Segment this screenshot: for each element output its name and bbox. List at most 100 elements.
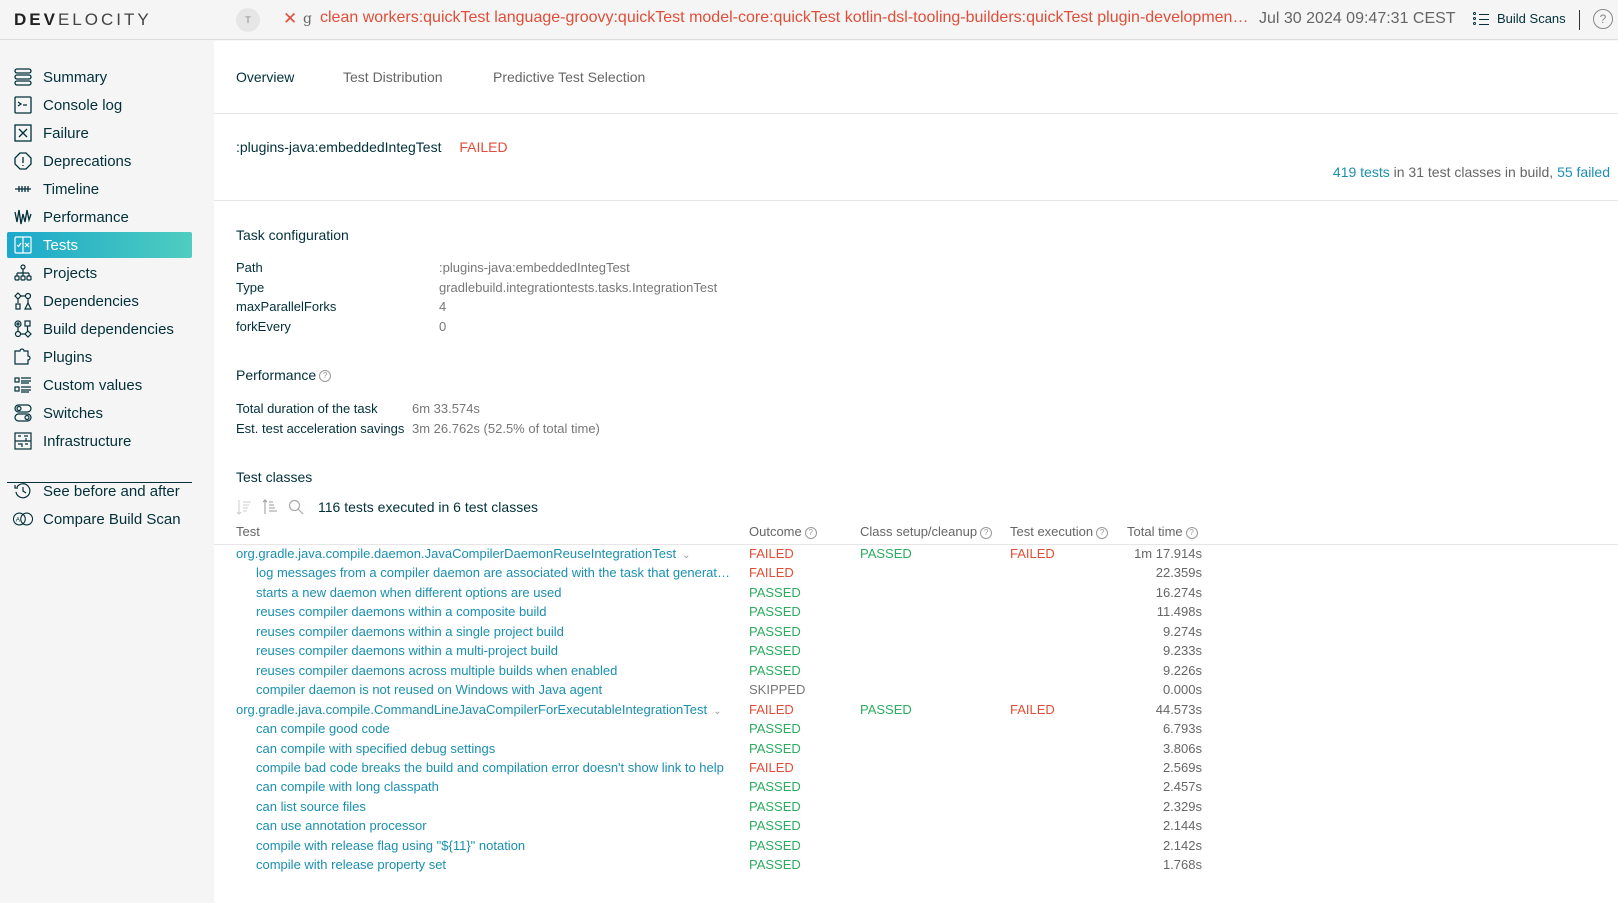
help-icon[interactable]: ? — [980, 526, 993, 539]
tests-link[interactable]: 419 tests — [1333, 164, 1390, 180]
test-name-link[interactable]: starts a new daemon when different optio… — [256, 585, 734, 600]
sidebar-item-custom-values[interactable]: Custom values — [7, 372, 192, 398]
sidebar-item-infrastructure[interactable]: Infrastructure — [7, 428, 192, 454]
sidebar-item-switches[interactable]: Switches — [7, 400, 192, 426]
test-execution-status: FAILED — [1010, 701, 1055, 717]
test-row[interactable]: log messages from a compiler daemon are … — [214, 564, 1618, 584]
test-row[interactable]: reuses compiler daemons across multiple … — [214, 662, 1618, 682]
test-name-link[interactable]: reuses compiler daemons within a composi… — [256, 604, 734, 619]
test-row[interactable]: reuses compiler daemons within a composi… — [214, 603, 1618, 623]
test-name-link[interactable]: reuses compiler daemons across multiple … — [256, 663, 734, 678]
deprecations-icon — [13, 151, 33, 171]
compare-icon: A — [13, 509, 33, 529]
help-icon[interactable]: ? — [804, 526, 817, 539]
test-row[interactable]: starts a new daemon when different optio… — [214, 584, 1618, 604]
outcome-badge: PASSED — [749, 623, 801, 639]
test-name-link[interactable]: can compile good code — [256, 721, 734, 736]
sidebar-item-build-dependencies[interactable]: Build dependencies — [7, 316, 192, 342]
help-icon[interactable]: ? — [1593, 9, 1613, 29]
test-name-link[interactable]: can use annotation processor — [256, 818, 734, 833]
sidebar-item-timeline[interactable]: Timeline — [7, 176, 192, 202]
outcome-badge: PASSED — [749, 798, 801, 814]
sidebar-item-console-log[interactable]: Console log — [7, 92, 192, 118]
test-row[interactable]: can list source files PASSED 2.329s — [214, 798, 1618, 818]
tab-predictive-test-selection[interactable]: Predictive Test Selection — [493, 69, 645, 85]
tab-overview[interactable]: Overview — [236, 69, 294, 85]
develocity-logo[interactable]: DEV ELOCITY — [14, 10, 152, 30]
chevron-down-icon[interactable]: ⌄ — [682, 550, 690, 561]
test-row[interactable]: reuses compiler daemons within a multi-p… — [214, 642, 1618, 662]
task-configuration-title: Task configuration — [236, 227, 349, 243]
test-name-link[interactable]: compile with release property set — [256, 857, 734, 872]
help-icon[interactable]: ? — [1185, 526, 1198, 539]
test-name-link[interactable]: can list source files — [256, 799, 734, 814]
performance-title: Performance? — [236, 367, 332, 383]
test-name-link[interactable]: reuses compiler daemons within a multi-p… — [256, 643, 734, 658]
test-row[interactable]: reuses compiler daemons within a single … — [214, 623, 1618, 643]
chevron-down-icon[interactable]: ⌄ — [713, 706, 721, 717]
sidebar-item-dependencies[interactable]: Dependencies — [7, 288, 192, 314]
test-row[interactable]: can compile with specified debug setting… — [214, 740, 1618, 760]
test-class-name-link[interactable]: org.gradle.java.compile.CommandLineJavaC… — [236, 702, 736, 717]
total-time: 6.793s — [1162, 721, 1202, 737]
test-name-link[interactable]: log messages from a compiler daemon are … — [256, 565, 734, 580]
help-icon[interactable]: ? — [319, 370, 332, 383]
sidebar-item-plugins[interactable]: Plugins — [7, 344, 192, 370]
sidebar-item-summary[interactable]: Summary — [7, 64, 192, 90]
sort-descending-icon[interactable] — [236, 499, 252, 515]
tests-icon — [13, 235, 33, 255]
search-icon[interactable] — [288, 499, 304, 515]
test-row[interactable]: compiler daemon is not reused on Windows… — [214, 681, 1618, 701]
test-execution-status: FAILED — [1010, 546, 1055, 561]
test-row[interactable]: compile with release flag using "${11}" … — [214, 837, 1618, 857]
see-before-and-after-link[interactable]: See before and after — [7, 478, 192, 504]
test-row[interactable]: can use annotation processor PASSED 2.144s — [214, 817, 1618, 837]
sidebar-item-performance[interactable]: Performance — [7, 204, 192, 230]
column-class-setup[interactable]: Class setup/cleanup? — [860, 524, 993, 539]
test-name-link[interactable]: can compile with long classpath — [256, 779, 734, 794]
test-class-row[interactable]: org.gradle.java.compile.daemon.JavaCompi… — [214, 545, 1618, 565]
test-name-link[interactable]: can compile with specified debug setting… — [256, 741, 734, 756]
test-name-link[interactable]: compile with release flag using "${11}" … — [256, 838, 734, 853]
test-row[interactable]: compile bad code breaks the build and co… — [214, 759, 1618, 779]
gradle-icon: g — [303, 11, 312, 27]
test-row[interactable]: can compile good code PASSED 6.793s — [214, 720, 1618, 740]
tab-test-distribution[interactable]: Test Distribution — [343, 69, 443, 85]
sidebar-item-tests[interactable]: Tests — [7, 232, 192, 258]
infrastructure-icon — [13, 431, 33, 451]
test-name-link[interactable]: compiler daemon is not reused on Windows… — [256, 682, 734, 697]
build-title: clean workers:quickTest language-groovy:… — [320, 9, 1250, 26]
console-icon — [13, 95, 33, 115]
top-bar: DEV ELOCITY T ✕ g clean workers:quickTest… — [0, 0, 1618, 40]
test-row[interactable]: can compile with long classpath PASSED 2.4… — [214, 778, 1618, 798]
section-divider — [214, 200, 1618, 201]
build-scans-link[interactable]: Build Scans — [1473, 11, 1566, 26]
sort-ascending-icon[interactable] — [262, 499, 278, 515]
sidebar-item-projects[interactable]: Projects — [7, 260, 192, 286]
outcome-badge: PASSED — [749, 740, 801, 756]
sidebar-item-failure[interactable]: Failure — [7, 120, 192, 146]
test-class-name-link[interactable]: org.gradle.java.compile.daemon.JavaCompi… — [236, 546, 736, 561]
projects-icon — [13, 263, 33, 283]
total-time: 22.359s — [1155, 565, 1202, 581]
build-test-summary: 419 tests in 31 test classes in build, 5… — [1332, 164, 1610, 180]
help-icon[interactable]: ? — [1096, 526, 1109, 539]
dependencies-icon — [13, 291, 33, 311]
test-row[interactable]: compile with release property set PASSED 1… — [214, 856, 1618, 876]
test-name-link[interactable]: compile bad code breaks the build and co… — [256, 760, 734, 775]
compare-build-scan-link[interactable]: A Compare Build Scan — [7, 506, 192, 532]
column-outcome[interactable]: Outcome? — [749, 524, 817, 539]
summary-icon — [13, 67, 33, 87]
total-time: 1.768s — [1162, 857, 1202, 873]
total-time: 2.142s — [1162, 837, 1202, 853]
tab-bar: Overview Test Distribution Predictive Te… — [214, 41, 1618, 114]
test-name-link[interactable]: reuses compiler daemons within a single … — [256, 624, 734, 639]
user-avatar[interactable]: T — [236, 8, 260, 32]
column-test-execution[interactable]: Test execution? — [1010, 524, 1109, 539]
column-total-time[interactable]: Total time? — [1127, 524, 1198, 539]
column-test[interactable]: Test — [236, 524, 260, 539]
sidebar-item-deprecations[interactable]: Deprecations — [7, 148, 192, 174]
class-setup-status: PASSED — [860, 701, 912, 717]
test-class-row[interactable]: org.gradle.java.compile.CommandLineJavaC… — [214, 701, 1618, 721]
failed-link[interactable]: 55 failed — [1557, 164, 1610, 180]
